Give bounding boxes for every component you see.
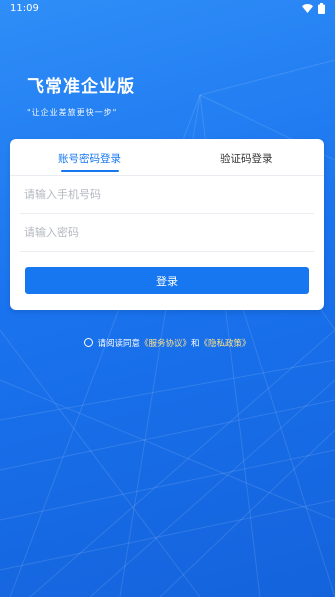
password-field-row — [20, 214, 314, 252]
status-bar: 11:09 — [0, 0, 335, 20]
agree-checkbox[interactable] — [84, 338, 94, 347]
login-card: 账号密码登录 验证码登录 登录 — [10, 139, 324, 310]
phone-field-row — [20, 176, 314, 214]
privacy-policy-link[interactable]: 《隐私政策》 — [200, 339, 251, 349]
login-tabs: 账号密码登录 验证码登录 — [10, 139, 324, 176]
agreement-conjunction: 和 — [191, 339, 200, 349]
status-time: 11:09 — [10, 3, 39, 14]
active-tab-indicator — [61, 170, 119, 172]
phone-input[interactable] — [20, 176, 314, 213]
tab-account-password-login[interactable]: 账号密码登录 — [58, 151, 121, 166]
battery-icon — [318, 3, 325, 14]
agreement-prefix: 请阅读同意 — [97, 339, 140, 349]
app-slogan: "让企业差旅更快一步" — [27, 108, 118, 117]
agreement-row: 请阅读同意《服务协议》和《隐私政策》 — [0, 337, 335, 349]
password-input[interactable] — [20, 214, 314, 251]
login-button[interactable]: 登录 — [25, 267, 309, 294]
app-title: 飞常准企业版 — [27, 77, 135, 97]
tab-verification-code-login[interactable]: 验证码登录 — [220, 151, 273, 166]
wifi-icon — [302, 4, 313, 13]
brand-header: 飞常准企业版 "让企业差旅更快一步" — [27, 72, 135, 118]
service-agreement-link[interactable]: 《服务协议》 — [140, 339, 191, 349]
status-icons — [302, 3, 325, 14]
